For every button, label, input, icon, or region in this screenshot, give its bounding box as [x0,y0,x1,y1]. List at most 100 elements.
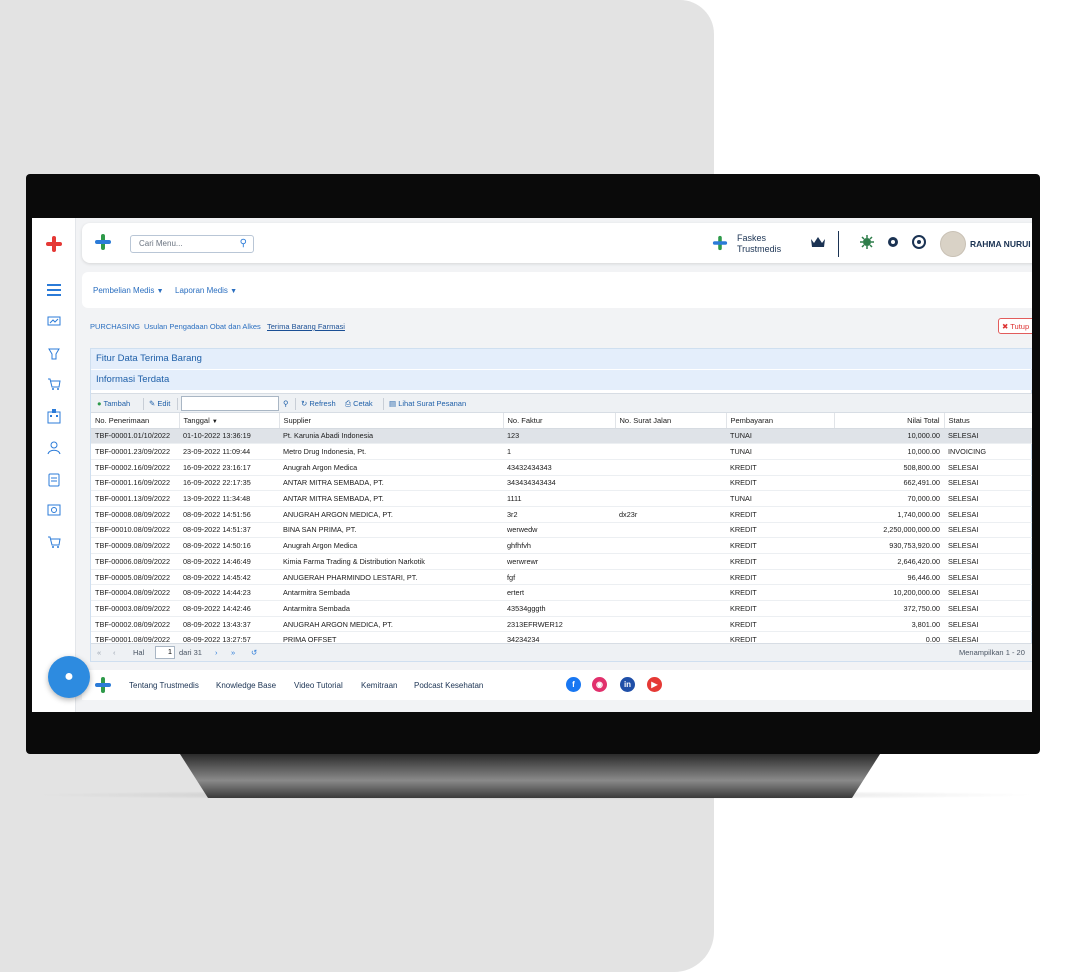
table-cell: 16-09-2022 23:16:17 [179,459,279,476]
monitor-stand [180,754,880,798]
table-cell: TBF-00003.08/09/2022 [91,600,179,617]
table-cell: ANUGRAH ARGON MEDICA, PT. [279,506,503,523]
table-row[interactable]: TBF-00002.16/09/2022 16-09-2022 23:16:17 A… [91,459,1032,476]
table-row[interactable]: TBF-00001.16/09/2022 16-09-2022 22:17:35 A… [91,475,1032,492]
column-header[interactable]: Tanggal ▼ [179,413,280,429]
footer-link-video-tutorial[interactable]: Video Tutorial [294,681,343,690]
table-cell: TBF-00001.01/10/2022 [91,428,179,445]
panel-subtitle: Informasi Terdata [91,370,1032,390]
page-number-input[interactable]: 1 [155,646,175,659]
table-row[interactable]: TBF-00009.08/09/2022 08-09-2022 14:50:16 A… [91,537,1032,554]
table-cell: KREDIT [726,506,834,523]
table-cell: 3,801.00 [834,616,944,633]
avatar[interactable] [940,231,966,257]
document-icon: ▤ [389,399,397,408]
table-cell: KREDIT [726,584,834,602]
patient-user-icon[interactable] [44,438,64,458]
table-cell: TBF-00002.08/09/2022 [91,616,179,633]
next-page-icon[interactable]: › [215,648,218,657]
table-row[interactable]: TBF-00003.08/09/2022 08-09-2022 14:42:46 A… [91,600,1032,617]
column-header[interactable]: Supplier [279,413,504,429]
table-cell: 01-10-2022 13:36:19 [179,428,279,445]
cart-medical-icon[interactable] [44,374,64,394]
table-cell: SELESAI [944,569,1032,586]
breadcrumb-purchasing[interactable]: PURCHASING [90,322,140,331]
menu-laporan-medis[interactable]: Laporan Medis ▼ [175,286,237,295]
print-button[interactable]: ⎙ Cetak [345,399,373,409]
crown-icon[interactable] [810,235,826,252]
gear-icon[interactable] [886,235,900,252]
instagram-icon[interactable]: ◉ [592,677,607,692]
footer-link-podcast[interactable]: Podcast Kesehatan [414,681,483,690]
toolbar-search-input[interactable] [181,396,279,411]
user-name[interactable]: RAHMA NURUI [970,239,1031,249]
lightbulb-help-button[interactable]: ● [48,656,90,698]
search-menu-input[interactable]: Cari Menu... ⚲ [130,235,254,253]
table-cell [615,537,726,554]
view-order-button[interactable]: ▤ Lihat Surat Pesanan [389,399,466,408]
search-icon[interactable]: ⚲ [283,399,289,408]
add-button[interactable]: ● Tambah [97,399,130,408]
table-cell: SELESAI [944,522,1032,539]
refresh-button[interactable]: ↻ Refresh [301,399,336,408]
menu-pembelian-medis[interactable]: Pembelian Medis ▼ [93,286,164,295]
table-row[interactable]: TBF-00004.08/09/2022 08-09-2022 14:44:23 A… [91,584,1032,602]
table-row[interactable]: TBF-00006.08/09/2022 08-09-2022 14:46:49 K… [91,553,1032,570]
panel-title: Fitur Data Terima Barang [91,349,1032,369]
table-cell: 508,800.00 [834,459,944,476]
toolbar: ● Tambah ✎ Edit ⚲ ↻ Refresh ⎙ Cetak ▤ Li… [91,393,1032,413]
table-cell: SELESAI [944,616,1032,633]
footer-link-kemitraan[interactable]: Kemitraan [361,681,397,690]
youtube-icon[interactable]: ▶ [647,677,662,692]
medical-record-icon[interactable] [44,470,64,490]
pharmacy-icon[interactable] [44,344,64,364]
hospital-icon[interactable] [44,406,64,426]
close-tab-button[interactable]: ✖ Tutup [998,318,1032,334]
breadcrumb-terima-barang[interactable]: Terima Barang Farmasi [267,322,345,331]
table-row[interactable]: TBF-00010.08/09/2022 08-09-2022 14:51:37 B… [91,522,1032,539]
help-icon[interactable] [912,235,926,252]
search-icon[interactable]: ⚲ [240,238,247,249]
hamburger-menu-icon[interactable] [44,280,64,300]
dashboard-monitor-icon[interactable] [44,312,64,332]
table-cell: 1,740,000.00 [834,506,944,523]
table-row[interactable]: TBF-00008.08/09/2022 08-09-2022 14:51:56 A… [91,506,1032,523]
prev-page-icon[interactable]: ‹ [113,648,116,657]
table-row[interactable]: TBF-00001.01/10/2022 01-10-2022 13:36:19 P… [91,428,1032,445]
table-cell: 343434343434 [503,475,615,492]
footer-link-knowledge-base[interactable]: Knowledge Base [216,681,276,690]
table-row[interactable]: TBF-00002.08/09/2022 08-09-2022 13:43:37 A… [91,616,1032,633]
table-cell: TBF-00008.08/09/2022 [91,506,179,523]
first-page-icon[interactable]: « [97,648,101,657]
reload-icon[interactable]: ↺ [251,648,257,657]
table-cell: Kimia Farma Trading & Distribution Narko… [279,553,503,570]
footer-link-tentang[interactable]: Tentang Trustmedis [129,681,199,690]
search-placeholder: Cari Menu... [139,239,183,248]
column-header[interactable]: No. Penerimaan [91,413,180,429]
chevron-down-icon: ▼ [156,288,164,295]
virus-icon[interactable] [860,235,874,252]
purchase-cart-icon[interactable] [44,532,64,552]
edit-button[interactable]: ✎ Edit [149,399,170,408]
table-cell: 3r2 [503,506,615,523]
column-header-label: Tanggal [183,415,210,425]
table-row[interactable]: TBF-00001.23/09/2022 23-09-2022 11:09:44 M… [91,443,1032,460]
column-header[interactable]: Pembayaran [726,413,835,429]
column-header[interactable]: Nilai Total [834,413,945,429]
table-cell: ghfhfvh [503,537,615,554]
breadcrumb-usulan[interactable]: Usulan Pengadaan Obat dan Alkes [144,322,261,331]
table-header-row: No. Penerimaan Tanggal ▼ Supplier No. Fa… [91,413,1032,429]
column-header[interactable]: Status [944,413,1032,429]
faskes-label: Faskes Trustmedis [737,233,781,255]
facebook-icon[interactable]: f [566,677,581,692]
table-row[interactable]: TBF-00001.13/09/2022 13-09-2022 11:34:48 A… [91,490,1032,507]
linkedin-icon[interactable]: in [620,677,635,692]
toolbar-divider [383,398,384,410]
cash-payment-icon[interactable] [44,500,64,520]
top-header: Cari Menu... ⚲ Faskes Trustmedis RAHMA N… [82,223,1032,263]
last-page-icon[interactable]: » [231,648,235,657]
table-cell: 10,000.00 [834,443,944,460]
column-header[interactable]: No. Surat Jalan [615,413,727,429]
column-header[interactable]: No. Faktur [503,413,616,429]
table-row[interactable]: TBF-00005.08/09/2022 08-09-2022 14:45:42 A… [91,569,1032,586]
